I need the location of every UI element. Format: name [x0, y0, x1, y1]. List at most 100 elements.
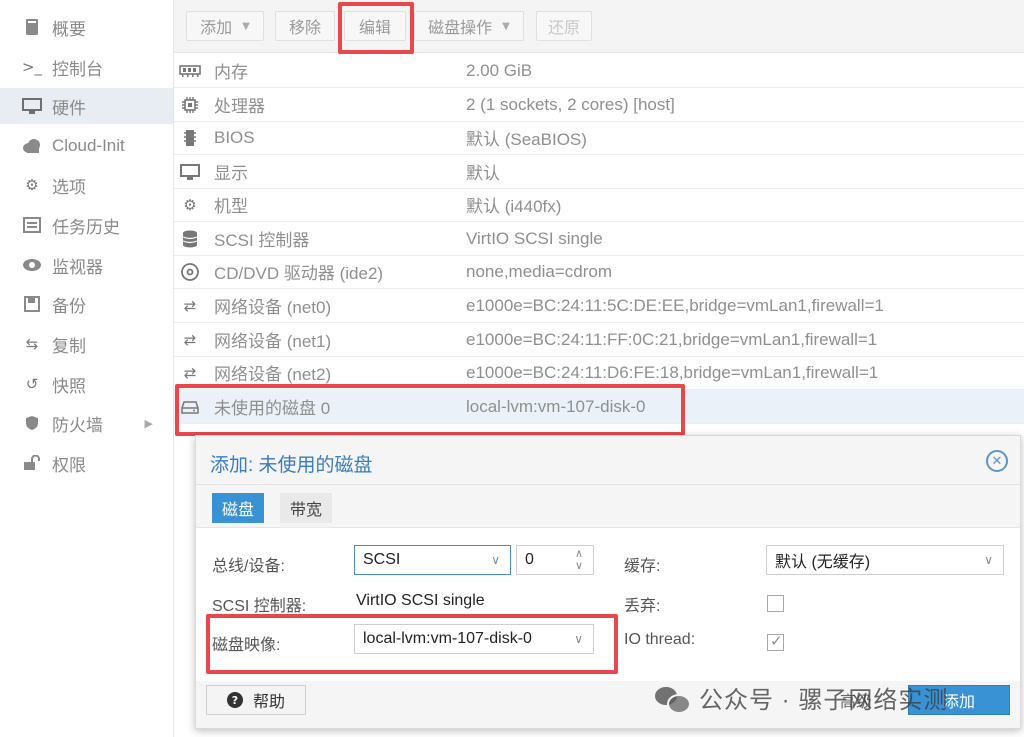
close-icon[interactable]: ✕	[986, 450, 1008, 472]
sidebar-item-summary[interactable]: 概要	[0, 9, 173, 45]
disk-action-button[interactable]: 磁盘操作 ▼	[414, 11, 524, 41]
row-key: BIOS	[214, 127, 255, 147]
device-number-value: 0	[525, 551, 534, 568]
sidebar-item-replication[interactable]: ⇆ 复制	[0, 326, 173, 362]
chevron-down-icon: ▼	[502, 20, 510, 32]
bus-select[interactable]: SCSI ∨	[354, 545, 511, 575]
sidebar-item-label: 备份	[52, 296, 86, 316]
row-value: 默认	[466, 164, 500, 183]
row-key: SCSI 控制器	[214, 231, 310, 250]
add-button[interactable]: 添加 ▼	[186, 11, 264, 41]
sidebar-item-backup[interactable]: 备份	[0, 286, 173, 322]
io-thread-checkbox[interactable]: ✓	[767, 632, 784, 651]
sidebar-item-snapshot[interactable]: ↺ 快照	[0, 366, 173, 402]
scsi-controller-label: SCSI 控制器:	[212, 598, 307, 615]
add-button-label: 添加	[200, 20, 233, 37]
sidebar-item-task-history[interactable]: 任务历史	[0, 207, 173, 243]
row-value: VirtIO SCSI single	[466, 228, 603, 248]
dialog-title: 添加: 未使用的磁盘	[210, 455, 373, 476]
row-value: 默认 (SeaBIOS)	[466, 130, 587, 149]
help-button-label: 帮助	[252, 694, 285, 711]
database-icon	[178, 230, 202, 248]
dialog-body: 磁盘 带宽 总线/设备: SCSI ∨ 0 ∧ ∨ SCSI 控制器: VirtI…	[196, 484, 1020, 681]
discard-label: 丢弃:	[624, 598, 661, 615]
unlock-icon	[22, 453, 42, 473]
shield-icon	[22, 413, 42, 433]
checkmark-icon: ✓	[770, 632, 783, 650]
book-icon	[22, 17, 42, 37]
edit-button[interactable]: 编辑	[344, 11, 406, 41]
table-row[interactable]: SCSI 控制器 VirtIO SCSI single	[174, 222, 1024, 256]
device-number-spinner[interactable]: 0 ∧ ∨	[516, 545, 594, 575]
table-row[interactable]: 处理器 2 (1 sockets, 2 cores) [host]	[174, 88, 1024, 122]
sidebar-item-label: 概要	[52, 19, 86, 39]
wechat-icon	[655, 685, 691, 714]
sidebar-item-label: 监视器	[52, 257, 103, 277]
row-key: 网络设备 (net1)	[214, 332, 332, 351]
table-row[interactable]: 显示 默认	[174, 155, 1024, 189]
cpu-icon	[178, 96, 202, 114]
tab-disk[interactable]: 磁盘	[212, 493, 265, 523]
row-key: 未使用的磁盘 0	[214, 399, 331, 418]
hardware-toolbar: 添加 ▼ 移除 编辑 磁盘操作 ▼ 还原	[174, 0, 1024, 53]
bus-device-label: 总线/设备:	[212, 558, 285, 575]
display-icon	[178, 163, 202, 181]
table-row-selected[interactable]: 未使用的磁盘 0 local-lvm:vm-107-disk-0	[174, 390, 1024, 424]
hdd-icon	[178, 400, 202, 414]
row-key: 网络设备 (net2)	[214, 365, 332, 384]
table-row[interactable]: ⇄ 网络设备 (net0) e1000e=BC:24:11:5C:DE:EE,b…	[174, 289, 1024, 323]
bus-select-value: SCSI	[363, 551, 401, 568]
cache-select-value: 默认 (无缓存)	[775, 554, 871, 571]
sidebar-item-firewall[interactable]: 防火墙 ▶	[0, 405, 173, 441]
row-key: 机型	[214, 197, 248, 216]
revert-button[interactable]: 还原	[536, 11, 592, 41]
table-row[interactable]: ⇄ 网络设备 (net1) e1000e=BC:24:11:FF:0C:21,b…	[174, 323, 1024, 357]
row-value: e1000e=BC:24:11:D6:FE:18,bridge=vmLan1,f…	[466, 362, 879, 382]
table-row[interactable]: BIOS 默认 (SeaBIOS)	[174, 121, 1024, 155]
table-row[interactable]: 内存 2.00 GiB	[174, 54, 1024, 88]
row-key: 处理器	[214, 97, 265, 116]
cache-select[interactable]: 默认 (无缓存) ∨	[766, 545, 1004, 575]
tab-bandwidth[interactable]: 带宽	[280, 493, 333, 523]
retweet-icon: ⇆	[25, 335, 39, 353]
disk-image-value: local-lvm:vm-107-disk-0	[363, 630, 532, 647]
sidebar-item-console[interactable]: >_ 控制台	[0, 49, 173, 85]
row-value: 默认 (i440fx)	[466, 197, 562, 216]
sidebar-item-cloud-init[interactable]: Cloud-Init	[0, 128, 173, 164]
history-icon: ↺	[25, 375, 39, 393]
table-row[interactable]: CD/DVD 驱动器 (ide2) none,media=cdrom	[174, 255, 1024, 289]
remove-button-label: 移除	[288, 20, 321, 37]
table-row[interactable]: ⇄ 网络设备 (net2) e1000e=BC:24:11:D6:FE:18,b…	[174, 356, 1024, 390]
bios-chip-icon	[178, 129, 202, 147]
row-key: 显示	[214, 164, 248, 183]
discard-checkbox[interactable]	[767, 595, 784, 612]
chevron-down-icon: ▼	[242, 20, 250, 32]
chevron-down-icon: ∨	[574, 632, 583, 646]
row-value: 2 (1 sockets, 2 cores) [host]	[466, 94, 675, 114]
row-key: 内存	[214, 63, 248, 82]
exchange-icon: ⇄	[183, 363, 197, 382]
cloud-icon	[22, 136, 42, 156]
memory-icon	[178, 64, 202, 77]
row-value: e1000e=BC:24:11:FF:0C:21,bridge=vmLan1,f…	[466, 329, 878, 349]
spinner-arrows-icon[interactable]: ∧ ∨	[575, 548, 583, 572]
sidebar-item-label: Cloud-Init	[52, 136, 125, 155]
list-icon	[22, 215, 42, 235]
sidebar-item-permissions[interactable]: 权限	[0, 445, 173, 481]
sidebar-item-monitor[interactable]: 监视器	[0, 247, 173, 283]
sidebar-item-options[interactable]: ⚙ 选项	[0, 167, 173, 203]
chevron-right-icon[interactable]: ▶	[145, 417, 153, 430]
disk-image-select[interactable]: local-lvm:vm-107-disk-0 ∨	[354, 624, 594, 654]
sidebar-item-label: 硬件	[52, 98, 86, 118]
disk-action-label: 磁盘操作	[428, 20, 493, 37]
row-value: none,media=cdrom	[466, 261, 613, 281]
scsi-controller-value: VirtIO SCSI single	[356, 592, 485, 609]
cdrom-icon	[178, 262, 202, 281]
remove-button[interactable]: 移除	[275, 11, 335, 41]
exchange-icon: ⇄	[183, 296, 197, 315]
sidebar-item-hardware[interactable]: 硬件	[0, 88, 173, 124]
table-row[interactable]: ⚙ 机型 默认 (i440fx)	[174, 188, 1024, 222]
dialog-tabbar: 磁盘 带宽	[196, 485, 1020, 528]
help-button[interactable]: ? 帮助	[206, 685, 306, 715]
row-key: CD/DVD 驱动器 (ide2)	[214, 264, 384, 283]
